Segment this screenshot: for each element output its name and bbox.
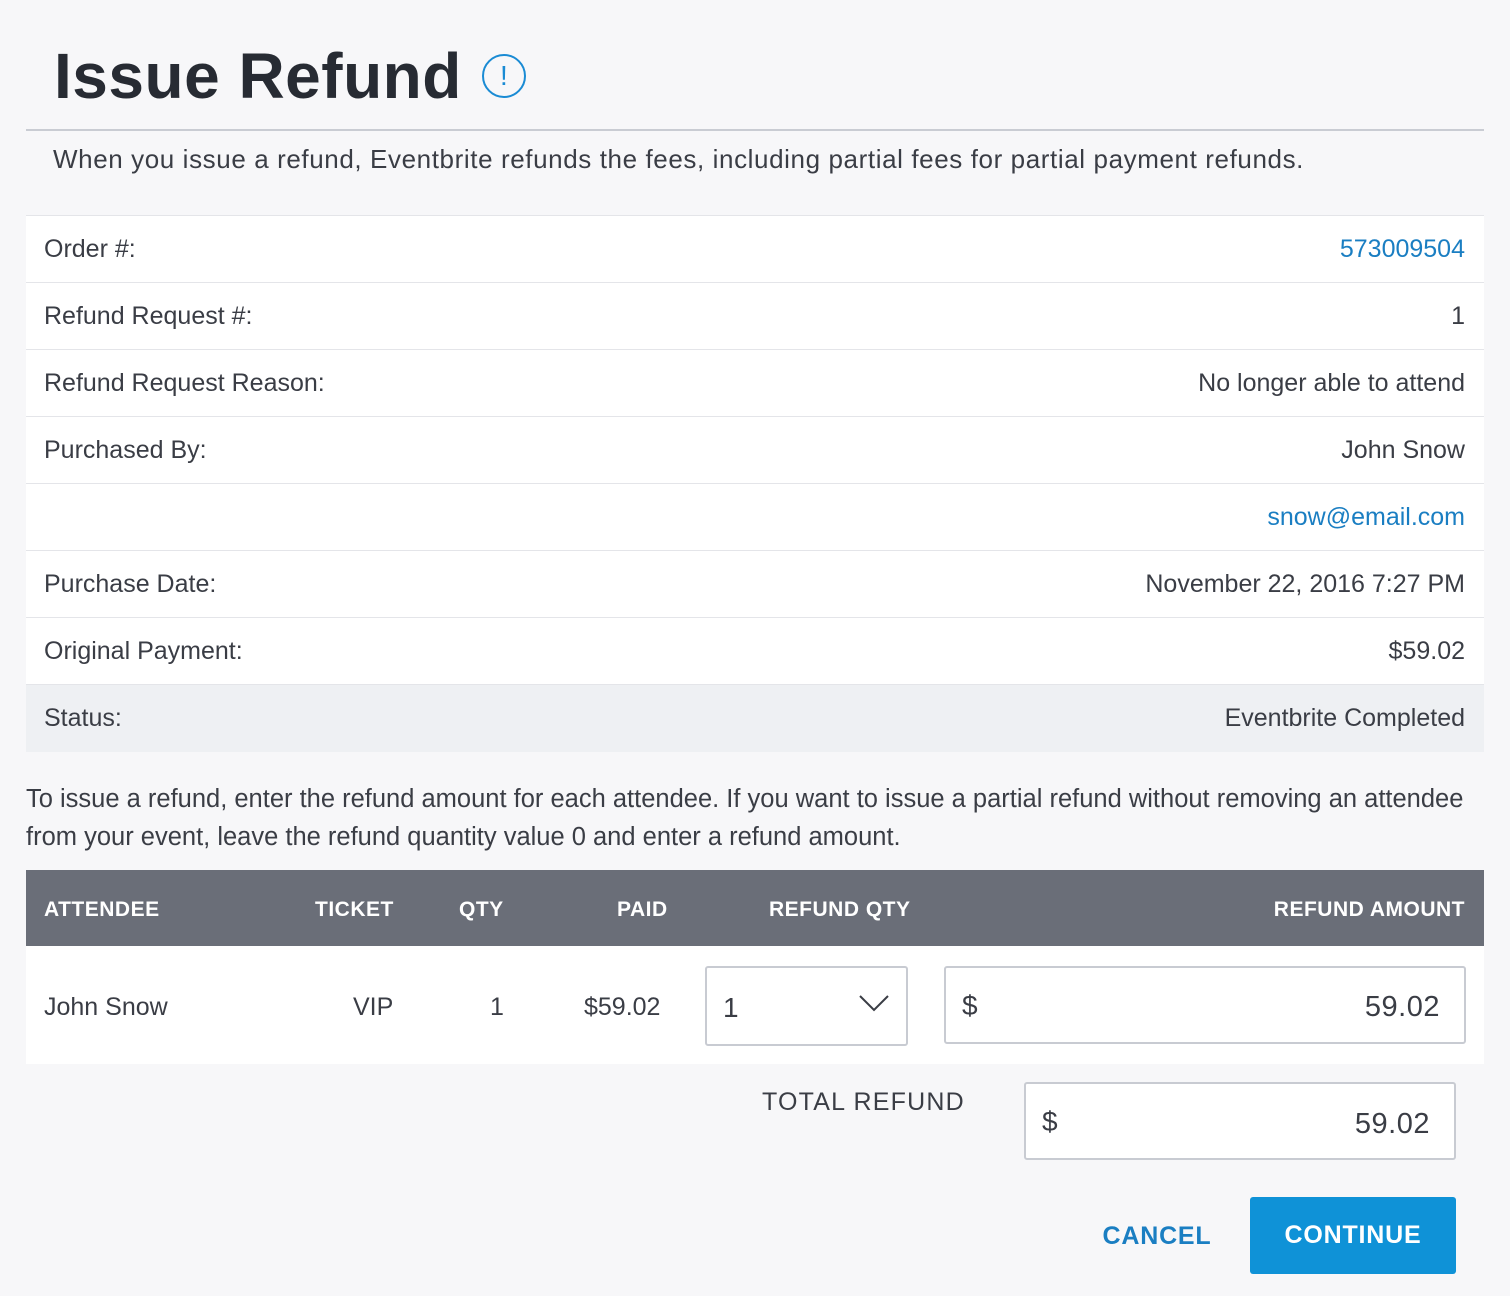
table-row: John Snow VIP 1 $59.02 1 $ 59.02 [26, 946, 1484, 1064]
header-qty: QTY [459, 898, 504, 921]
header-paid: PAID [617, 898, 668, 921]
order-number-link[interactable]: 573009504 [1340, 235, 1465, 264]
email-link[interactable]: snow@email.com [1267, 503, 1465, 532]
title-divider [26, 129, 1484, 131]
header-refund-amount: REFUND AMOUNT [1273, 898, 1465, 921]
info-icon[interactable]: ! [481, 54, 526, 98]
total-refund-value: 59.02 [1354, 1108, 1430, 1140]
page-title: Issue Refund [54, 40, 462, 112]
reason-value: No longer able to attend [1198, 368, 1465, 397]
total-refund-currency: $ [1042, 1106, 1058, 1137]
detail-row-original-payment: Original Payment: $59.02 [26, 617, 1484, 684]
attendee-refund-table: ATTENDEE TICKET QTY PAID REFUND QTY REFU… [26, 870, 1484, 1064]
cancel-button[interactable]: CANCEL [1090, 1198, 1224, 1274]
order-label: Order #: [44, 234, 136, 263]
refund-instructions: To issue a refund, enter the refund amou… [26, 785, 1464, 851]
title-row: Issue Refund ! [54, 38, 526, 114]
purchase-date-label: Purchase Date: [44, 569, 217, 598]
paid-amount: $59.02 [584, 993, 661, 1021]
original-payment-value: $59.02 [1388, 636, 1465, 665]
detail-row-purchased-by: Purchased By: John Snow [26, 416, 1484, 483]
refund-amount-input[interactable]: $ 59.02 [944, 966, 1466, 1044]
purchase-date-value: November 22, 2016 7:27 PM [1145, 569, 1465, 598]
total-refund-label: TOTAL REFUND [762, 1088, 965, 1116]
issue-refund-dialog: Issue Refund ! When you issue a refund, … [0, 0, 1510, 1296]
continue-button[interactable]: CONTINUE [1250, 1197, 1456, 1274]
detail-row-order: Order #: 573009504 [26, 215, 1484, 282]
total-refund-field: $ 59.02 [1024, 1082, 1456, 1160]
header-ticket: TICKET [315, 898, 394, 921]
intro-text: When you issue a refund, Eventbrite refu… [53, 144, 1305, 174]
detail-row-email: snow@email.com [26, 483, 1484, 550]
purchased-by-label: Purchased By: [44, 435, 207, 464]
ticket-type: VIP [353, 993, 394, 1021]
original-payment-label: Original Payment: [44, 636, 243, 665]
detail-row-reason: Refund Request Reason: No longer able to… [26, 349, 1484, 416]
status-value: Eventbrite Completed [1224, 704, 1465, 732]
status-label: Status: [44, 704, 122, 732]
attendee-name: John Snow [44, 993, 168, 1021]
order-details: Order #: 573009504 Refund Request #: 1 R… [26, 215, 1484, 752]
header-refund-qty: REFUND QTY [769, 898, 911, 921]
chevron-down-icon [859, 995, 889, 1012]
detail-row-status: Status: Eventbrite Completed [26, 684, 1484, 752]
table-header: ATTENDEE TICKET QTY PAID REFUND QTY REFU… [26, 870, 1484, 946]
purchased-by-value: John Snow [1341, 435, 1465, 464]
refund-request-value: 1 [1451, 301, 1465, 330]
refund-amount-currency: $ [962, 990, 978, 1021]
refund-amount-value: 59.02 [1364, 991, 1440, 1023]
detail-row-purchase-date: Purchase Date: November 22, 2016 7:27 PM [26, 550, 1484, 617]
ticket-qty: 1 [490, 993, 504, 1021]
refund-qty-value: 1 [723, 992, 739, 1023]
header-attendee: ATTENDEE [44, 898, 160, 921]
reason-label: Refund Request Reason: [44, 368, 325, 397]
refund-request-label: Refund Request #: [44, 301, 253, 330]
detail-row-refund-request: Refund Request #: 1 [26, 282, 1484, 349]
refund-qty-select[interactable]: 1 [705, 966, 908, 1046]
